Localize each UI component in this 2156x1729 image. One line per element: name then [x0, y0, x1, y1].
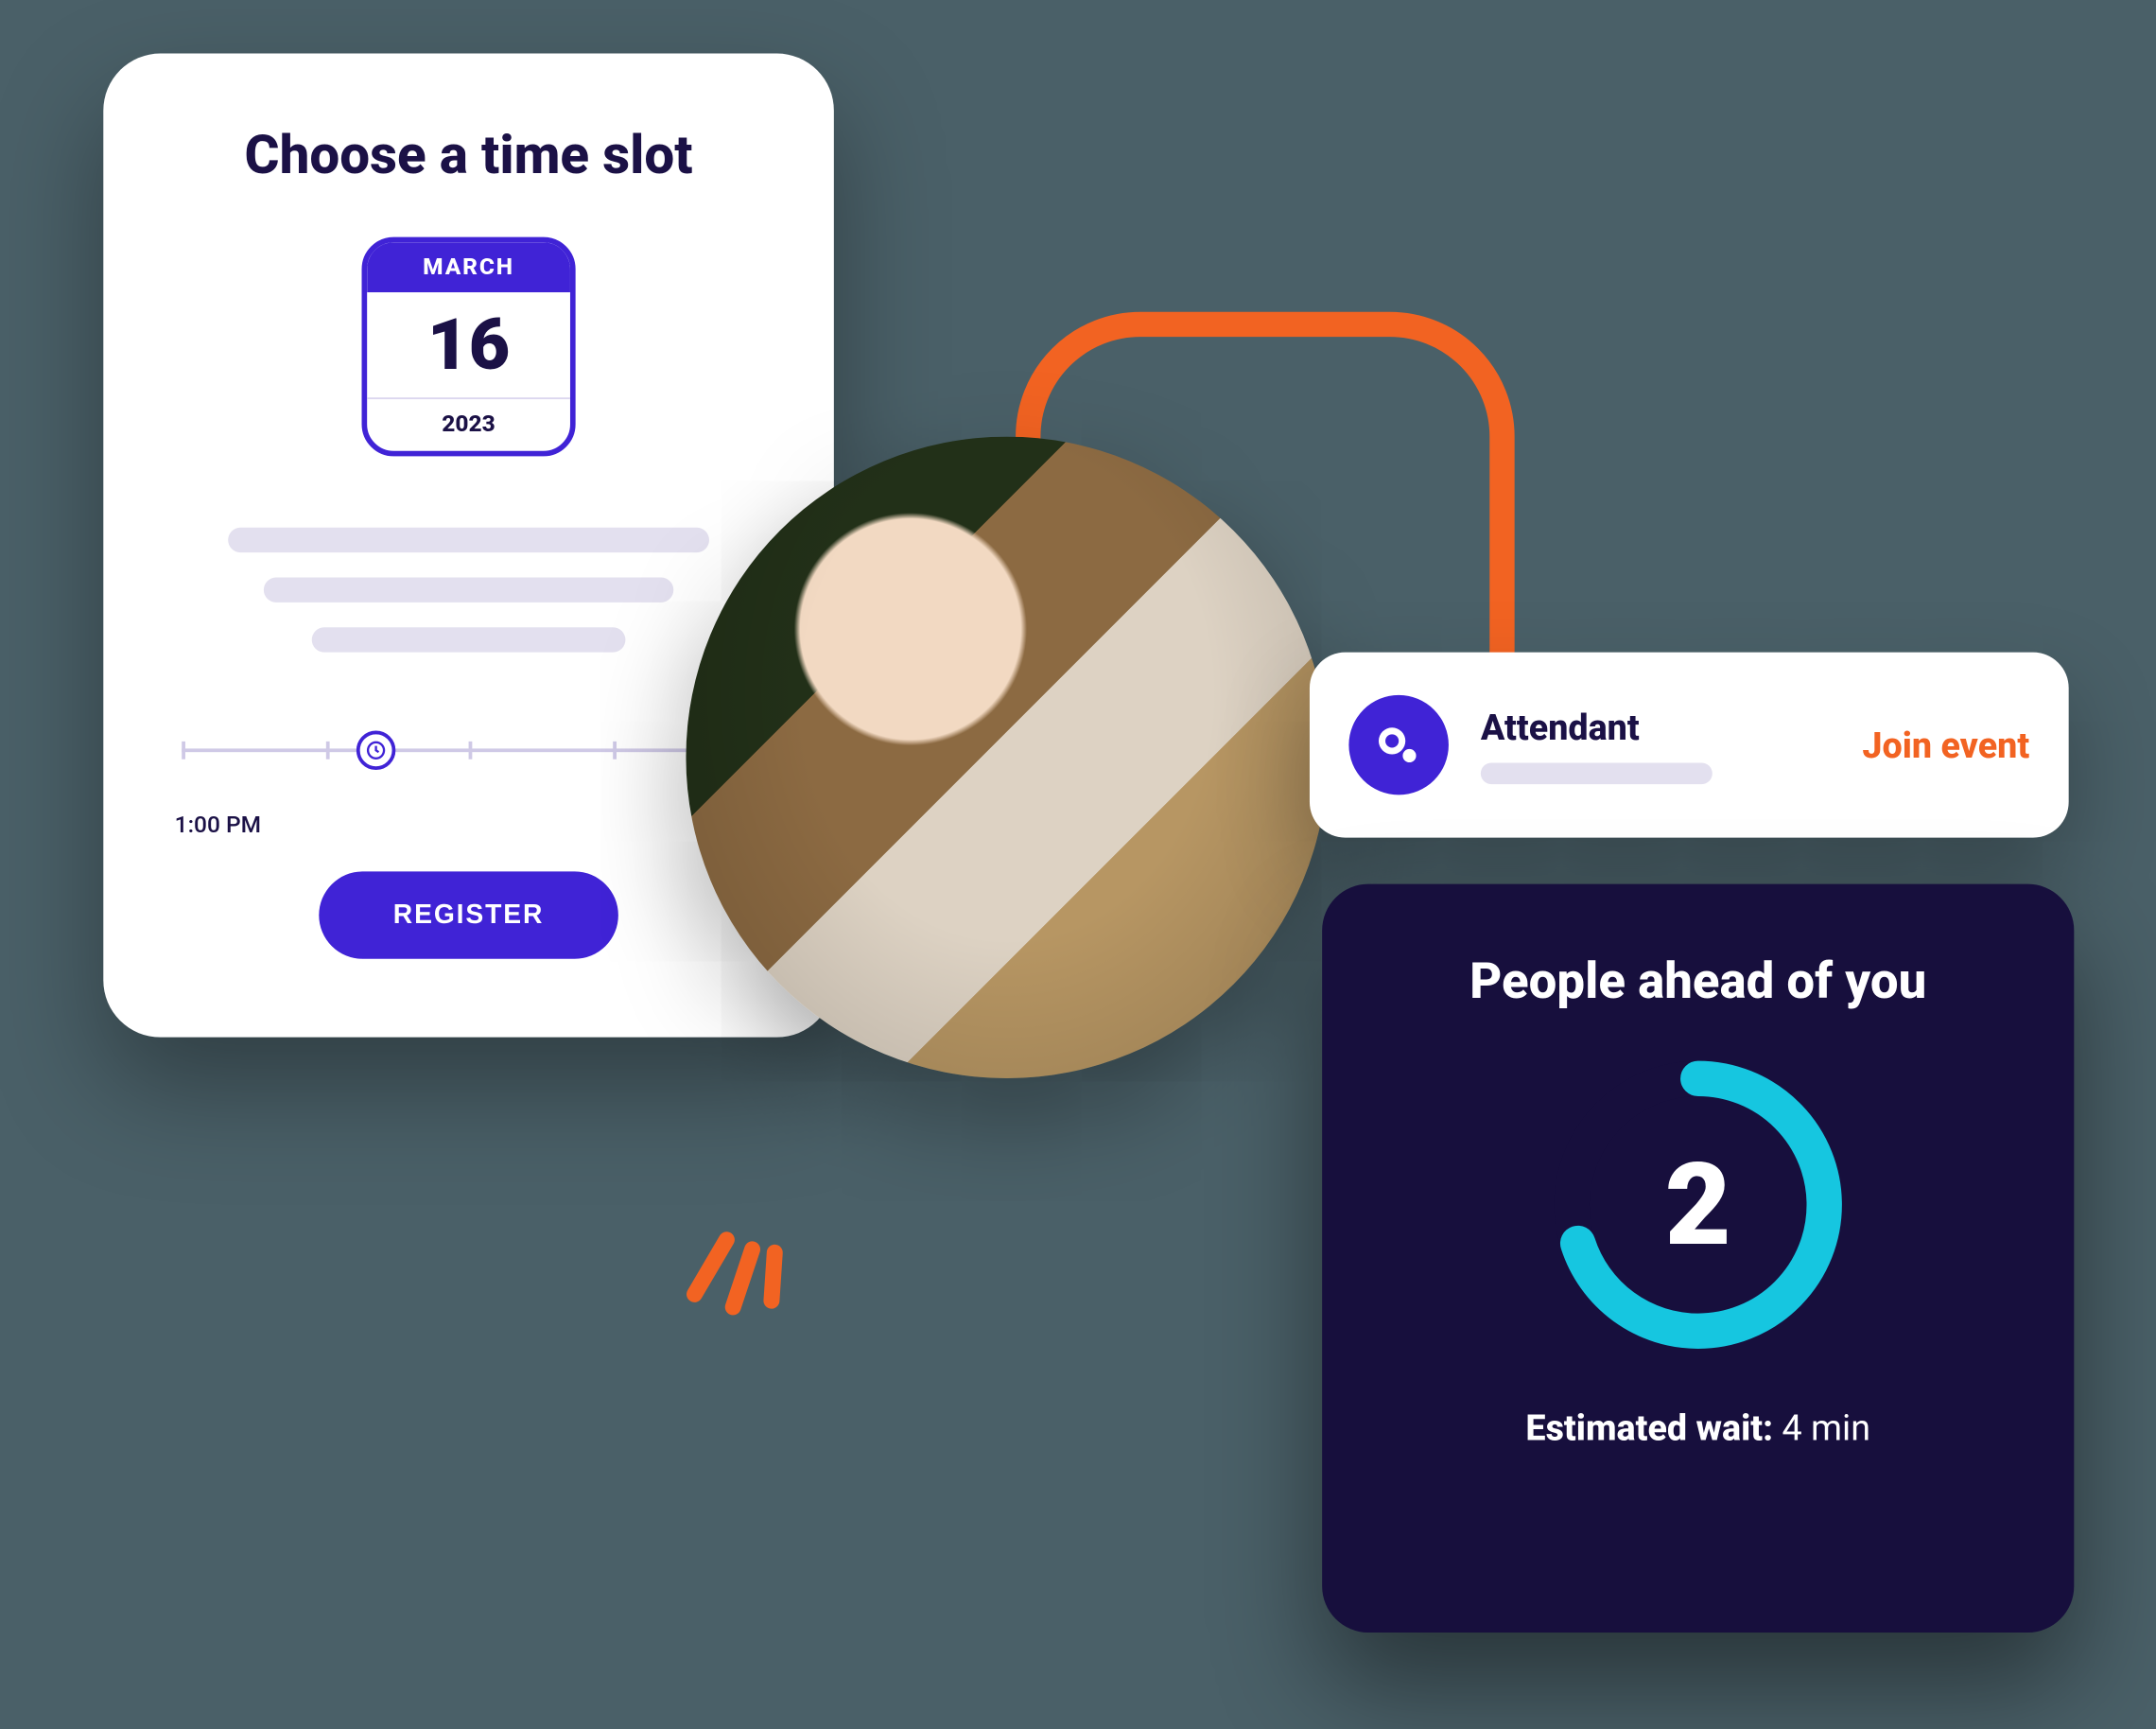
attendant-subtext-placeholder — [1481, 762, 1713, 784]
calendar-year: 2023 — [367, 397, 570, 451]
join-event-link[interactable]: Join event — [1862, 724, 2029, 766]
queue-wait-label: Estimated wait: — [1525, 1406, 1773, 1449]
queue-progress-ring: 2 — [1547, 1054, 1850, 1356]
calendar-chip[interactable]: MARCH 16 2023 — [362, 237, 576, 457]
user-photo — [686, 437, 1327, 1078]
calendar-day: 16 — [367, 292, 570, 397]
calendar-month: MARCH — [367, 242, 570, 292]
queue-wait-value: 4 min — [1782, 1406, 1870, 1449]
decorative-spark-icon — [659, 1169, 820, 1330]
queue-card: People ahead of you 2 Estimated wait: 4 … — [1322, 884, 2074, 1633]
time-slider-label: 1:00 PM — [175, 812, 763, 839]
placeholder-text-lines — [207, 528, 731, 653]
time-slider[interactable] — [182, 724, 756, 795]
clock-icon[interactable] — [357, 731, 396, 770]
register-button[interactable]: REGISTER — [319, 871, 619, 958]
queue-title: People ahead of you — [1376, 952, 2021, 1010]
queue-count: 2 — [1547, 1054, 1850, 1356]
attendant-avatar-icon — [1348, 695, 1449, 795]
attendant-title: Attendant — [1481, 706, 1831, 748]
queue-wait-text: Estimated wait: 4 min — [1376, 1406, 2021, 1449]
attendant-row: Attendant Join event — [1310, 653, 2069, 838]
timeslot-title: Choose a time slot — [175, 125, 763, 187]
